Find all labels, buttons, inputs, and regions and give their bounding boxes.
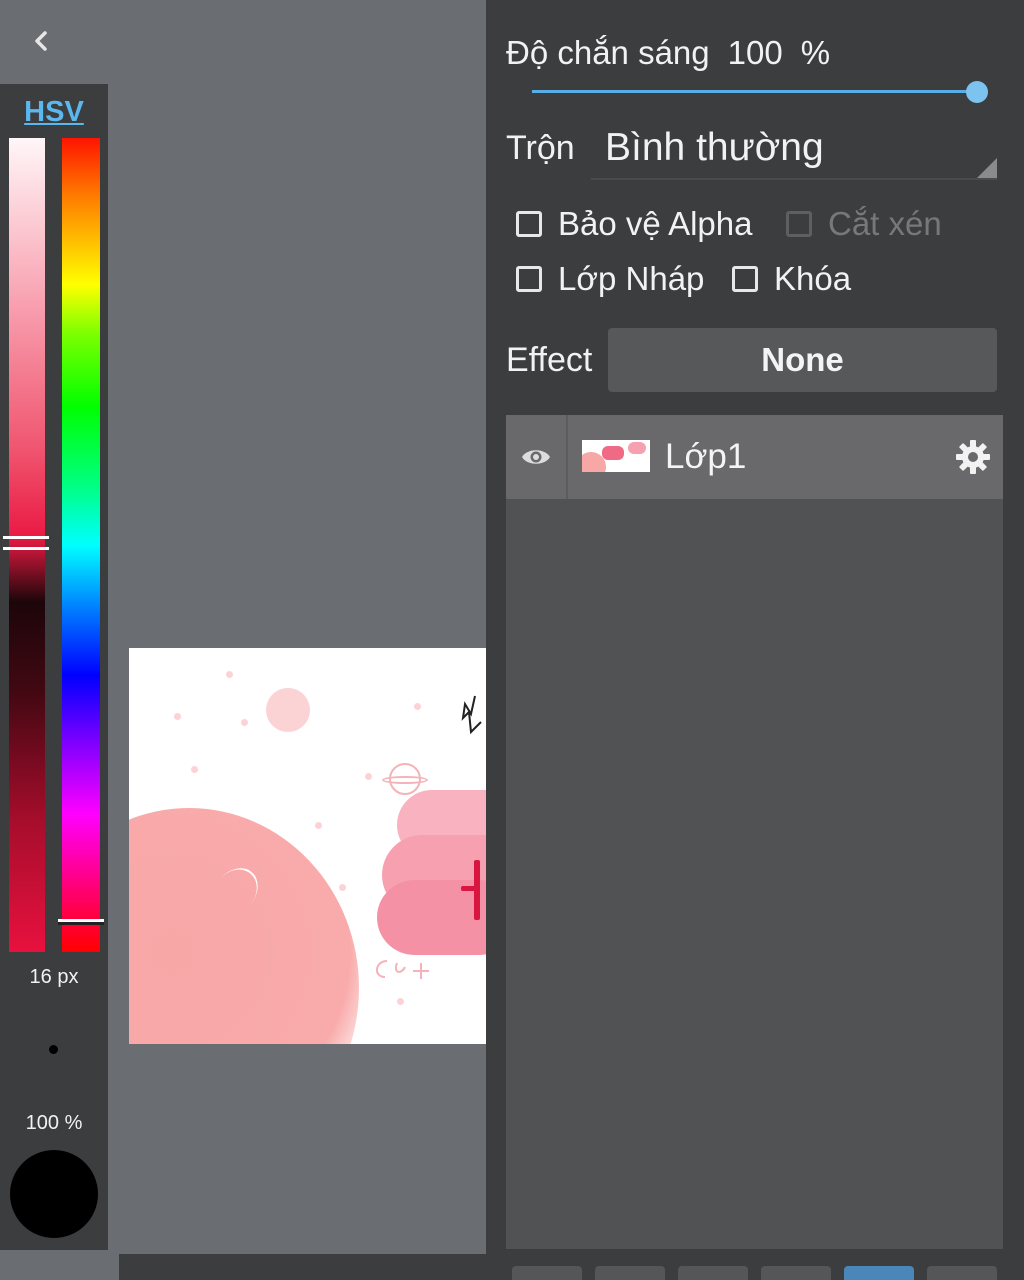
lock-label: Khóa <box>774 260 852 297</box>
canvas-art-dot <box>365 773 372 780</box>
blend-mode-dropdown[interactable]: Bình thường <box>591 120 997 180</box>
protect-alpha-checkbox[interactable]: Bảo vệ Alpha <box>516 205 753 243</box>
canvas-art-dot <box>226 671 233 678</box>
canvas-art-doodle <box>376 960 429 979</box>
layer-toolbar-button[interactable] <box>761 1266 831 1280</box>
gear-icon <box>956 440 990 474</box>
eye-icon <box>522 450 550 464</box>
brush-size-label[interactable]: 16 px <box>0 966 108 989</box>
canvas-art-dot <box>397 998 404 1005</box>
canvas-art-dot <box>315 822 322 829</box>
color-panel: HSV 16 px 100 % <box>0 84 108 1250</box>
canvas-art-dot <box>414 703 421 710</box>
draft-layer-label: Lớp Nháp <box>558 260 705 297</box>
checkbox-icon <box>516 211 542 237</box>
canvas-art-dot <box>339 884 346 891</box>
layer-toolbar-button-active[interactable] <box>844 1266 914 1280</box>
opacity-label: Độ chắn sáng <box>506 34 710 71</box>
hue-slider-handle[interactable] <box>58 919 104 925</box>
canvas-art-dot <box>241 719 248 726</box>
canvas-art-dot <box>174 713 181 720</box>
checkbox-icon <box>732 266 758 292</box>
back-button[interactable] <box>30 30 52 52</box>
layer-toolbar-button[interactable] <box>678 1266 748 1280</box>
canvas-art-blob <box>129 808 359 1044</box>
hue-slider[interactable] <box>62 138 100 952</box>
layer-list: Lớp1 <box>506 415 1003 1249</box>
opacity-unit: % <box>800 34 831 71</box>
layer-toolbar-button[interactable] <box>512 1266 582 1280</box>
color-mode-toggle[interactable]: HSV <box>0 96 108 129</box>
canvas-art-scribble <box>461 695 482 735</box>
opacity-slider[interactable] <box>532 90 977 93</box>
layer-visibility-toggle[interactable] <box>506 415 568 499</box>
brush-preview-dot <box>49 1045 58 1054</box>
current-color-swatch[interactable] <box>10 1150 98 1238</box>
opacity-slider-thumb[interactable] <box>966 81 988 103</box>
canvas-art-dot <box>191 766 198 773</box>
layer-name: Lớp1 <box>665 437 747 476</box>
canvas-art-moon <box>266 688 310 732</box>
checkbox-icon <box>516 266 542 292</box>
layer-thumbnail <box>582 440 650 472</box>
layer-row[interactable]: Lớp1 <box>506 415 1003 499</box>
canvas-art-planet-ring <box>382 776 428 784</box>
opacity-row: Độ chắn sáng 100% <box>506 34 830 72</box>
layer-toolbar-button[interactable] <box>595 1266 665 1280</box>
effect-label: Effect <box>506 341 593 379</box>
layer-panel: Độ chắn sáng 100% Trộn Bình thường Bảo vệ… <box>486 0 1024 1254</box>
blend-mode-label: Trộn <box>506 129 575 167</box>
lock-checkbox[interactable]: Khóa <box>732 260 851 298</box>
saturation-slider-handle[interactable] <box>3 536 49 550</box>
chevron-left-icon <box>35 31 47 51</box>
blend-mode-value: Bình thường <box>605 126 824 169</box>
brush-opacity-label[interactable]: 100 % <box>0 1112 108 1135</box>
layer-toolbar-button[interactable] <box>927 1266 997 1280</box>
draft-layer-checkbox[interactable]: Lớp Nháp <box>516 260 704 298</box>
layer-settings-button[interactable] <box>955 439 991 475</box>
drawing-canvas[interactable] <box>129 648 486 1044</box>
clipping-checkbox: Cắt xén <box>786 205 942 243</box>
protect-alpha-label: Bảo vệ Alpha <box>558 205 753 242</box>
checkbox-icon <box>786 211 812 237</box>
clipping-label: Cắt xén <box>828 205 942 242</box>
dropdown-caret-icon <box>977 158 997 178</box>
canvas-art-cloud <box>377 790 486 975</box>
effect-button[interactable]: None <box>608 328 997 392</box>
opacity-value: 100 <box>727 34 783 71</box>
